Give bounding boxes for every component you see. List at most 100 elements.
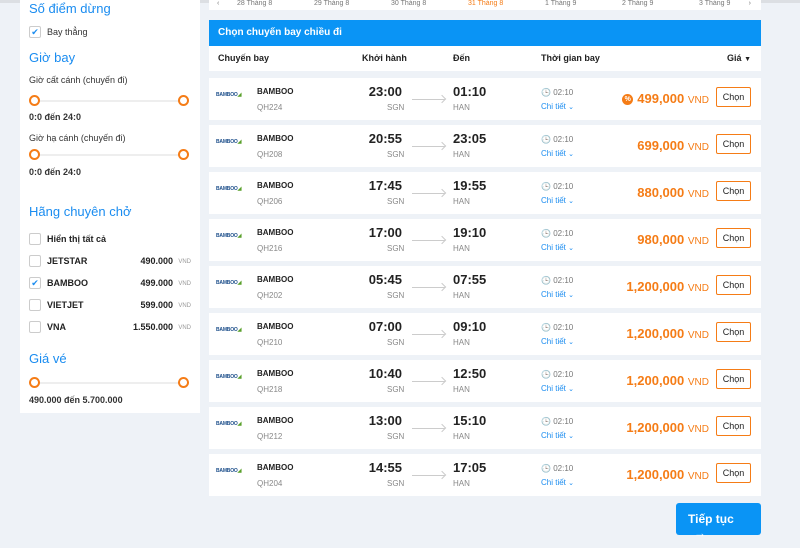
date-tab[interactable]: 2 Tháng 9 (622, 0, 653, 7)
airline-name: BAMBOO (47, 278, 88, 288)
choose-button[interactable]: Chọn (716, 322, 751, 342)
choose-button[interactable]: Chọn (716, 275, 751, 295)
depart-airport: SGN (387, 197, 405, 206)
depart-slider[interactable] (29, 95, 189, 107)
depart-airport: SGN (387, 432, 405, 441)
land-label: Giờ hạ cánh (chuyến đi) (29, 133, 126, 143)
time-title: Giờ bay (29, 50, 76, 65)
slider-min-handle[interactable] (29, 95, 40, 106)
choose-button[interactable]: Chọn (716, 463, 751, 483)
arrow-icon (412, 146, 445, 147)
duration: 🕒 02:10 (541, 464, 574, 473)
date-tab[interactable]: 28 Tháng 8 (237, 0, 272, 7)
price: 1,200,000 VND (626, 467, 709, 482)
choose-button[interactable]: Chọn (716, 87, 751, 107)
duration: 🕒 02:10 (541, 323, 574, 332)
slider-max-handle[interactable] (178, 377, 189, 388)
stops-title: Số điểm dừng (29, 1, 111, 16)
detail-link[interactable]: Chi tiết ⌄ (541, 384, 574, 393)
date-tab[interactable]: 3 Tháng 9 (699, 0, 730, 7)
arrow-icon (412, 334, 445, 335)
arrive-airport: HAN (453, 479, 470, 488)
flight-row: BAMBOO◢ BAMBOO QH224 23:00 SGN 01:10 HAN… (209, 78, 761, 120)
price-slider[interactable] (29, 377, 189, 389)
arrive-airport: HAN (453, 432, 470, 441)
arrive-time: 07:55 (453, 272, 487, 287)
airline: BAMBOO (257, 369, 294, 378)
price: % 499,000 VND (622, 91, 709, 106)
next-date-icon[interactable]: › (749, 0, 751, 7)
duration: 🕒 02:10 (541, 229, 574, 238)
detail-link[interactable]: Chi tiết ⌄ (541, 102, 574, 111)
flight-code: QH204 (257, 479, 283, 488)
detail-link[interactable]: Chi tiết ⌄ (541, 478, 574, 487)
arrow-icon (412, 428, 445, 429)
show-all-checkbox[interactable] (29, 233, 41, 245)
clock-icon: 🕒 (541, 88, 551, 97)
depart-range: 0:0 đến 24:0 (29, 112, 82, 122)
choose-button[interactable]: Chọn (716, 416, 751, 436)
clock-icon: 🕒 (541, 464, 551, 473)
airline-checkbox[interactable]: ✔ (29, 277, 41, 289)
airline-name: VNA (47, 322, 67, 332)
continue-button[interactable]: Tiếp tục → (676, 503, 761, 540)
slider-max-handle[interactable] (178, 95, 189, 106)
direct-checkbox[interactable]: ✔ (29, 26, 41, 38)
flight-row: BAMBOO◢ BAMBOO QH218 10:40 SGN 12:50 HAN… (209, 360, 761, 402)
price-title: Giá vé (29, 351, 67, 366)
arrive-time: 19:55 (453, 178, 487, 193)
airline-price: 1.550.000 (132, 322, 173, 332)
col-duration: Thời gian bay (541, 53, 600, 63)
date-tab[interactable]: 29 Tháng 8 (314, 0, 349, 7)
airline-price: 599.000 (140, 300, 173, 310)
depart-time: 17:45 (368, 178, 402, 193)
airline-checkbox[interactable] (29, 299, 41, 311)
col-flight: Chuyến bay (218, 53, 270, 63)
arrive-airport: HAN (453, 338, 470, 347)
detail-link[interactable]: Chi tiết ⌄ (541, 290, 574, 299)
flight-row: BAMBOO◢ BAMBOO QH208 20:55 SGN 23:05 HAN… (209, 125, 761, 167)
choose-button[interactable]: Chọn (716, 228, 751, 248)
prev-date-icon[interactable]: ‹ (217, 0, 219, 7)
slider-min-handle[interactable] (29, 377, 40, 388)
choose-button[interactable]: Chọn (716, 369, 751, 389)
date-tab[interactable]: 31 Tháng 8 (468, 0, 503, 7)
flight-code: QH202 (257, 291, 283, 300)
col-depart: Khởi hành (362, 53, 407, 63)
arrive-time: 12:50 (453, 366, 487, 381)
airline-checkbox[interactable] (29, 321, 41, 333)
detail-link[interactable]: Chi tiết ⌄ (541, 337, 574, 346)
arrow-icon (412, 99, 445, 100)
detail-link[interactable]: Chi tiết ⌄ (541, 196, 574, 205)
detail-link[interactable]: Chi tiết ⌄ (541, 243, 574, 252)
sort-price[interactable]: Giá ▼ (727, 53, 751, 63)
flight-code: QH208 (257, 150, 283, 159)
arrive-airport: HAN (453, 244, 470, 253)
arrow-icon (412, 381, 445, 382)
price: 699,000 VND (637, 138, 709, 153)
arrive-airport: HAN (453, 291, 470, 300)
duration: 🕒 02:10 (541, 417, 574, 426)
date-tab[interactable]: 1 Tháng 9 (545, 0, 576, 7)
airline-price: 490.000 (140, 256, 173, 266)
land-slider[interactable] (29, 149, 189, 161)
slider-max-handle[interactable] (178, 149, 189, 160)
choose-button[interactable]: Chọn (716, 134, 751, 154)
depart-airport: SGN (387, 291, 405, 300)
airline-checkbox[interactable] (29, 255, 41, 267)
detail-link[interactable]: Chi tiết ⌄ (541, 431, 574, 440)
section-header: Chọn chuyến bay chiều đi (209, 20, 761, 46)
depart-label: Giờ cất cánh (chuyến đi) (29, 75, 128, 85)
caret-down-icon: ▼ (744, 56, 751, 63)
slider-min-handle[interactable] (29, 149, 40, 160)
detail-link[interactable]: Chi tiết ⌄ (541, 149, 574, 158)
date-tab[interactable]: 30 Tháng 8 (391, 0, 426, 7)
airline-currency: VND (178, 259, 191, 265)
arrow-icon (412, 475, 445, 476)
airline: BAMBOO (257, 416, 294, 425)
flight-code: QH224 (257, 103, 283, 112)
depart-airport: SGN (387, 338, 405, 347)
airline-currency: VND (178, 303, 191, 309)
duration: 🕒 02:10 (541, 88, 574, 97)
choose-button[interactable]: Chọn (716, 181, 751, 201)
